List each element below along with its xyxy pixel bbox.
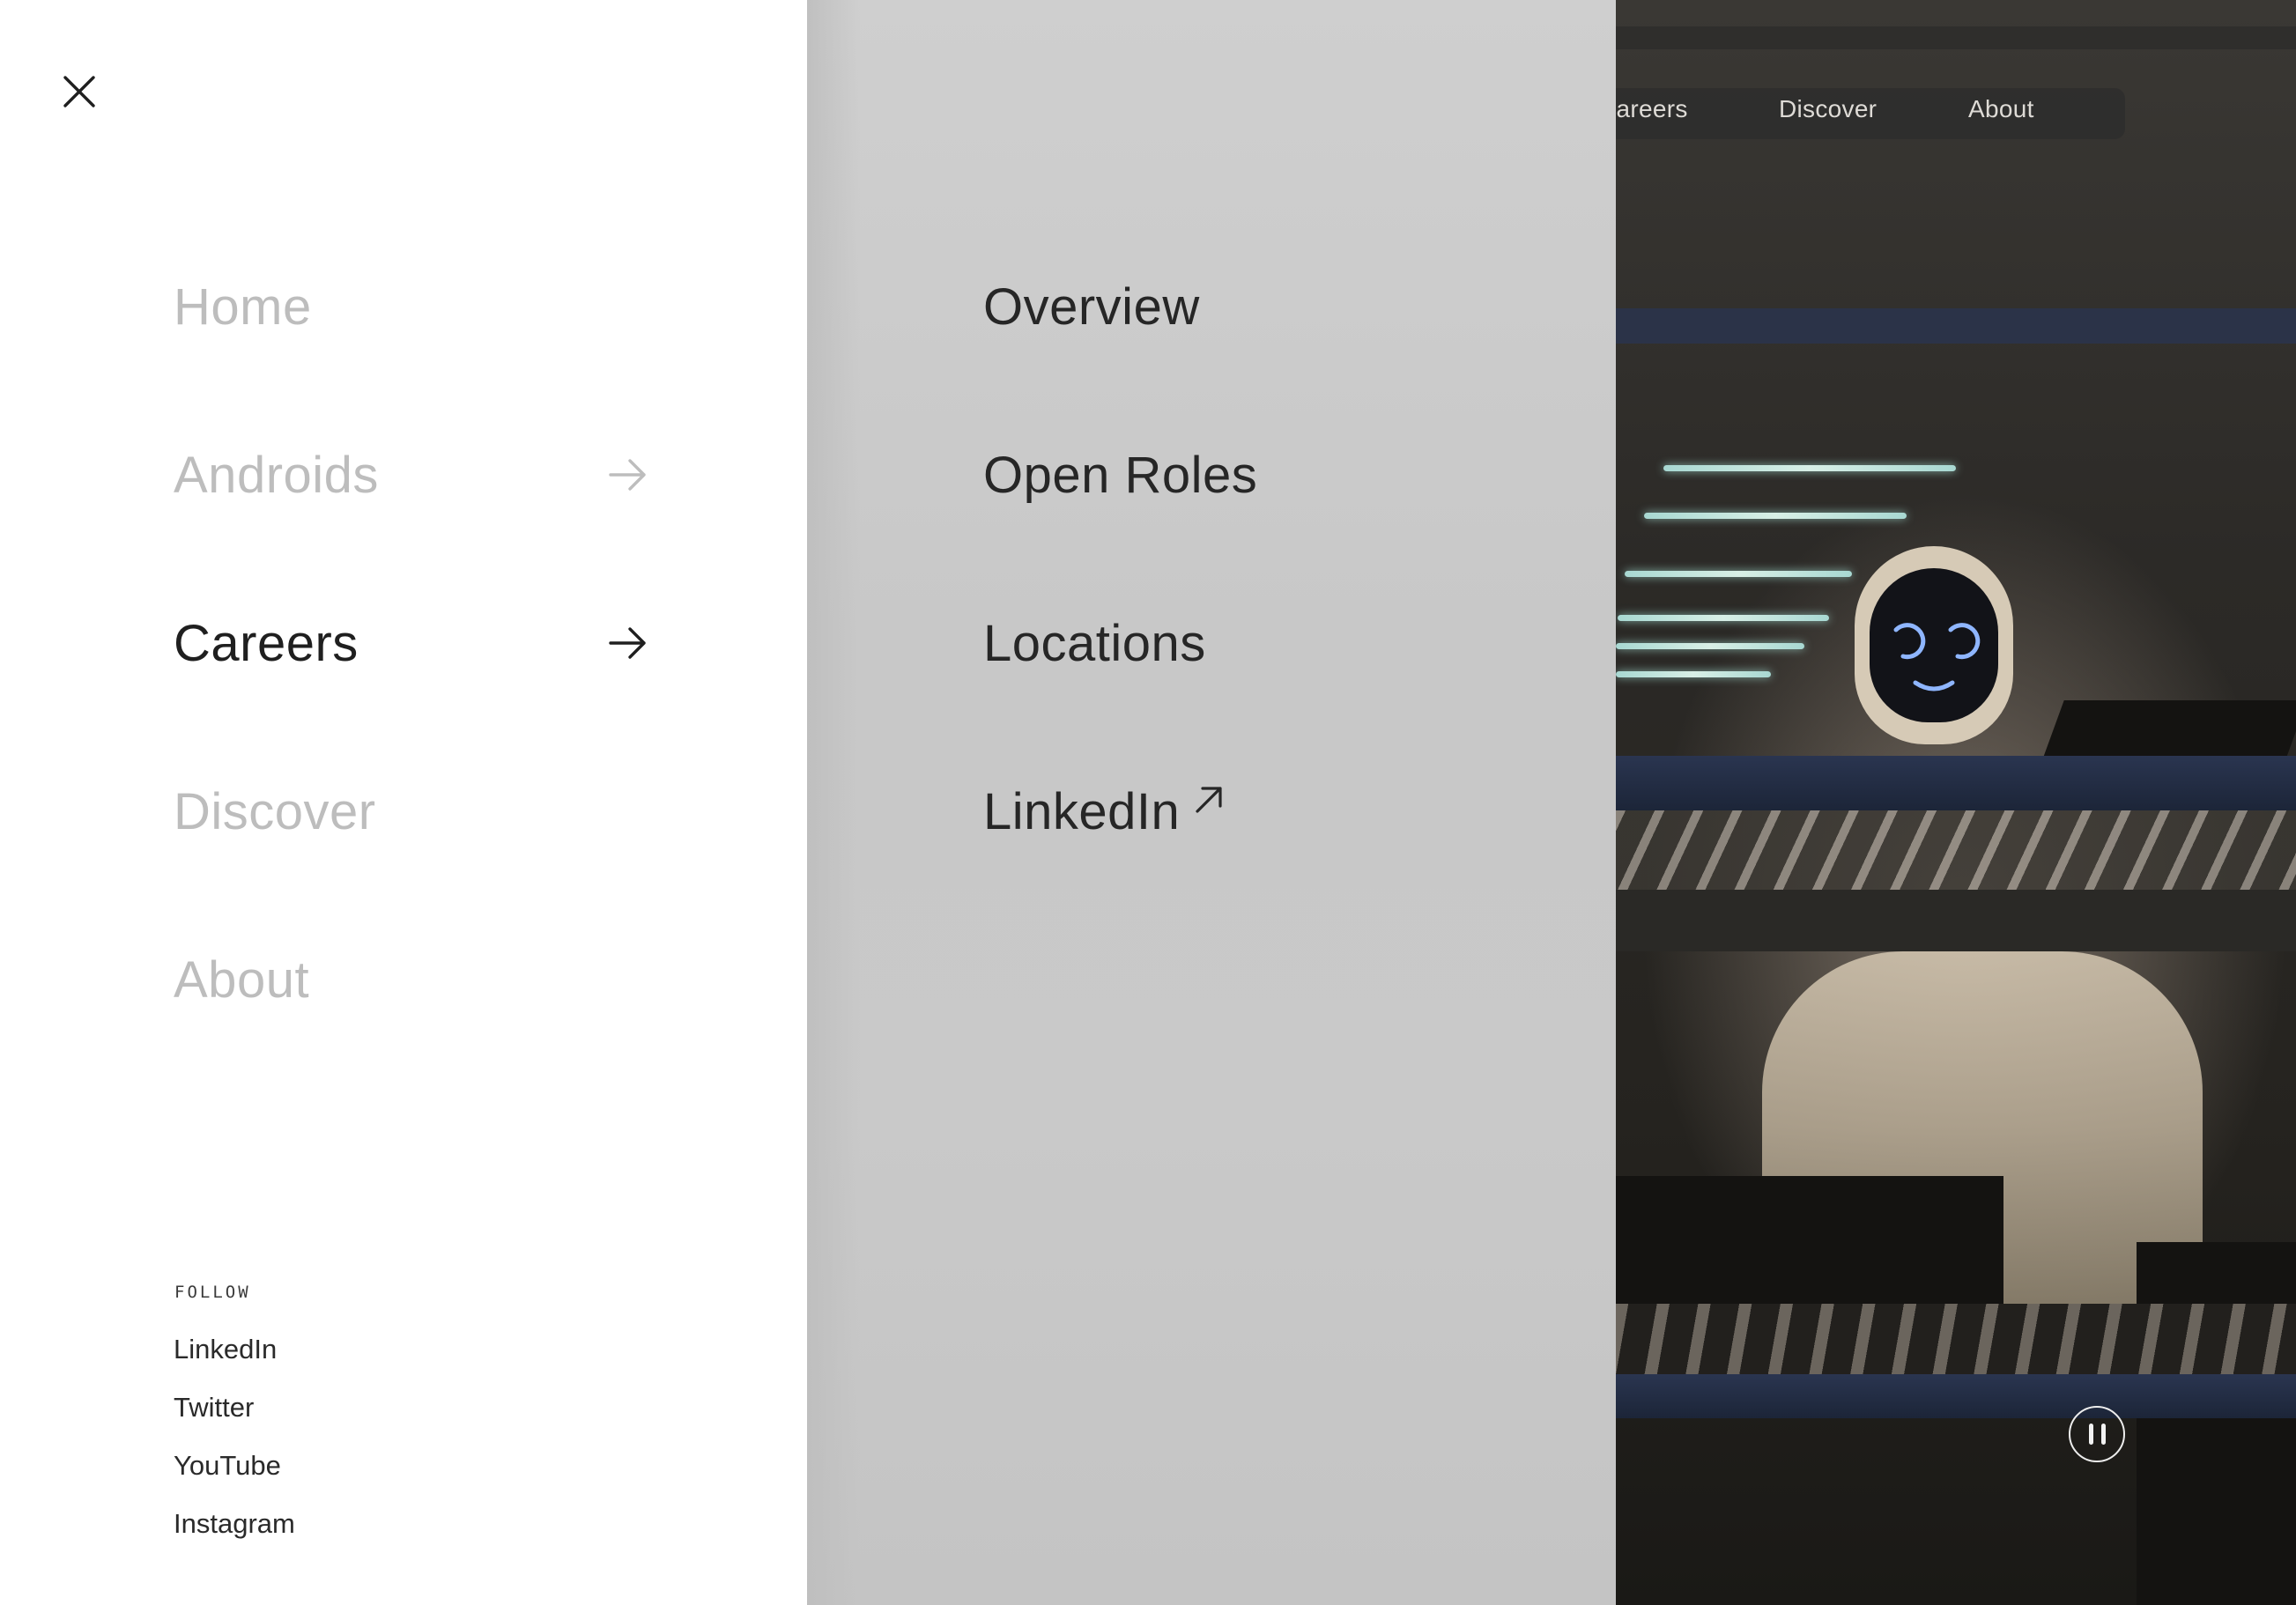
- menu-item-label: Androids: [174, 446, 379, 504]
- arrow-right-icon: [607, 625, 649, 661]
- menu-item-label: About: [174, 950, 310, 1009]
- pause-icon: [2088, 1424, 2093, 1445]
- middle-shelf-beam: [1616, 756, 2296, 810]
- social-link-linkedin[interactable]: LinkedIn: [174, 1334, 277, 1365]
- conveyor-rollers: [1616, 810, 2296, 890]
- crate: [2137, 1242, 2296, 1605]
- close-icon: [62, 74, 97, 114]
- video-pause-button[interactable]: [2069, 1406, 2125, 1462]
- light-strip: [1618, 615, 1829, 621]
- crate: [2041, 700, 2296, 762]
- top-nav-about[interactable]: About: [1968, 95, 2034, 123]
- top-nav-discover[interactable]: Discover: [1779, 95, 1877, 123]
- submenu-item-open-roles[interactable]: Open Roles: [983, 440, 1257, 510]
- conveyor-frame: [1616, 890, 2296, 951]
- ceiling-structure: [1616, 26, 2296, 49]
- submenu-item-label: LinkedIn: [983, 782, 1181, 840]
- light-strip: [1616, 671, 1771, 677]
- light-strip: [1663, 465, 1956, 471]
- external-arrow-icon: [1192, 783, 1226, 817]
- main-menu-panel: Home Androids Careers Discover About FOL…: [0, 0, 807, 1605]
- submenu-item-overview[interactable]: Overview: [983, 271, 1200, 342]
- submenu-item-label: Locations: [983, 614, 1206, 672]
- social-link-instagram[interactable]: Instagram: [174, 1508, 295, 1540]
- floor-rollers: [1616, 1304, 2296, 1374]
- menu-item-label: Careers: [174, 614, 359, 672]
- lower-shelf-beam: [1616, 1374, 2296, 1418]
- menu-item-careers[interactable]: Careers: [174, 608, 649, 678]
- menu-item-label: Discover: [174, 782, 376, 840]
- menu-item-about[interactable]: About: [174, 944, 649, 1015]
- light-strip: [1625, 571, 1852, 577]
- submenu-item-label: Overview: [983, 277, 1200, 336]
- close-button[interactable]: [55, 69, 104, 118]
- menu-item-home[interactable]: Home: [174, 271, 649, 342]
- pause-icon: [2100, 1424, 2106, 1445]
- light-strip: [1644, 513, 1907, 519]
- light-strip: [1616, 643, 1804, 649]
- submenu-item-locations[interactable]: Locations: [983, 608, 1206, 678]
- submenu-item-label: Open Roles: [983, 446, 1258, 504]
- menu-item-discover[interactable]: Discover: [174, 776, 649, 847]
- social-link-youtube[interactable]: YouTube: [174, 1450, 281, 1482]
- arrow-right-icon: [607, 457, 649, 492]
- follow-heading: FOLLOW: [174, 1283, 251, 1302]
- social-link-twitter[interactable]: Twitter: [174, 1392, 254, 1424]
- robot-face-screen: [1870, 568, 1998, 722]
- menu-item-androids[interactable]: Androids: [174, 440, 649, 510]
- upper-shelf-beam: [1616, 308, 2296, 344]
- submenu-item-linkedin[interactable]: LinkedIn: [983, 776, 1226, 847]
- menu-item-label: Home: [174, 277, 312, 336]
